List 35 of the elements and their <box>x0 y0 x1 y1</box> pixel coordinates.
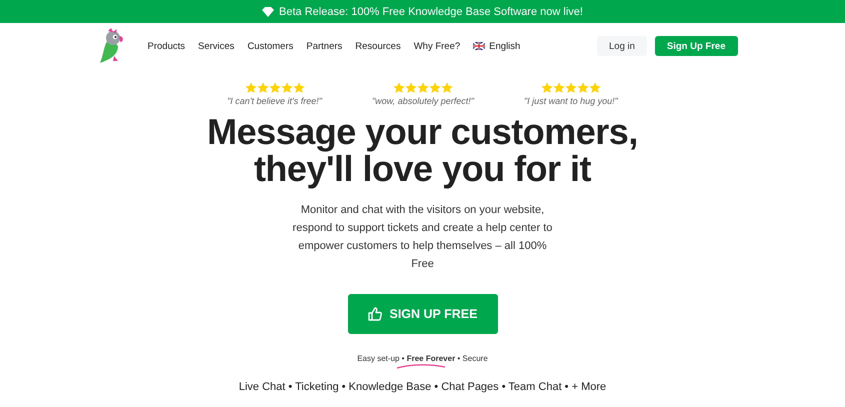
star-icon <box>244 82 257 94</box>
star-icon <box>576 82 589 94</box>
star-icon <box>440 82 453 94</box>
nav-link[interactable]: Resources <box>355 40 401 52</box>
nav-link[interactable]: Customers <box>247 40 294 52</box>
language-selector[interactable]: English <box>473 40 520 52</box>
thumbs-up-icon <box>368 307 382 321</box>
description-text: Monitor and chat with the visitors on your website, respond to support tickets and create a help center to empower customers to help themselves – all 100% Free <box>292 203 552 272</box>
headline: Message your customers, <box>207 113 638 150</box>
star-icon <box>268 82 281 94</box>
diamond-icon <box>262 6 274 16</box>
star-icon <box>552 82 565 94</box>
features-list: Live Chat • Ticketing • Knowledge Base • Chat Pages • Team Chat • + More <box>238 381 606 393</box>
star-icon <box>428 82 441 94</box>
underline-swash <box>396 363 446 369</box>
star-icon <box>280 82 293 94</box>
star-icon <box>564 82 577 94</box>
nav-link[interactable]: Services <box>198 40 234 52</box>
tagline-text: Easy set-up • Free Forever • Secure <box>357 354 488 363</box>
star-icon <box>392 82 405 94</box>
star-icon <box>404 82 417 94</box>
login-button[interactable]: Log in <box>597 36 647 56</box>
star-icon <box>540 82 553 94</box>
star-icon <box>416 82 429 94</box>
nav-link[interactable]: Partners <box>306 40 342 52</box>
flag-icon <box>473 42 486 50</box>
testimonial-quote: "I just want to hug you!" <box>524 96 618 106</box>
announcement-text: Beta Release: 100% Free Knowledge Base Software now live! <box>279 6 583 18</box>
nav-link[interactable]: Why Free? <box>414 40 460 52</box>
star-icon <box>292 82 305 94</box>
star-icon <box>256 82 269 94</box>
nav-link[interactable]: Products <box>148 40 185 52</box>
testimonial-quote: "I can't believe it's free!" <box>227 96 322 106</box>
star-icon <box>588 82 601 94</box>
testimonial-quote: "wow, absolutely perfect!" <box>372 96 474 106</box>
